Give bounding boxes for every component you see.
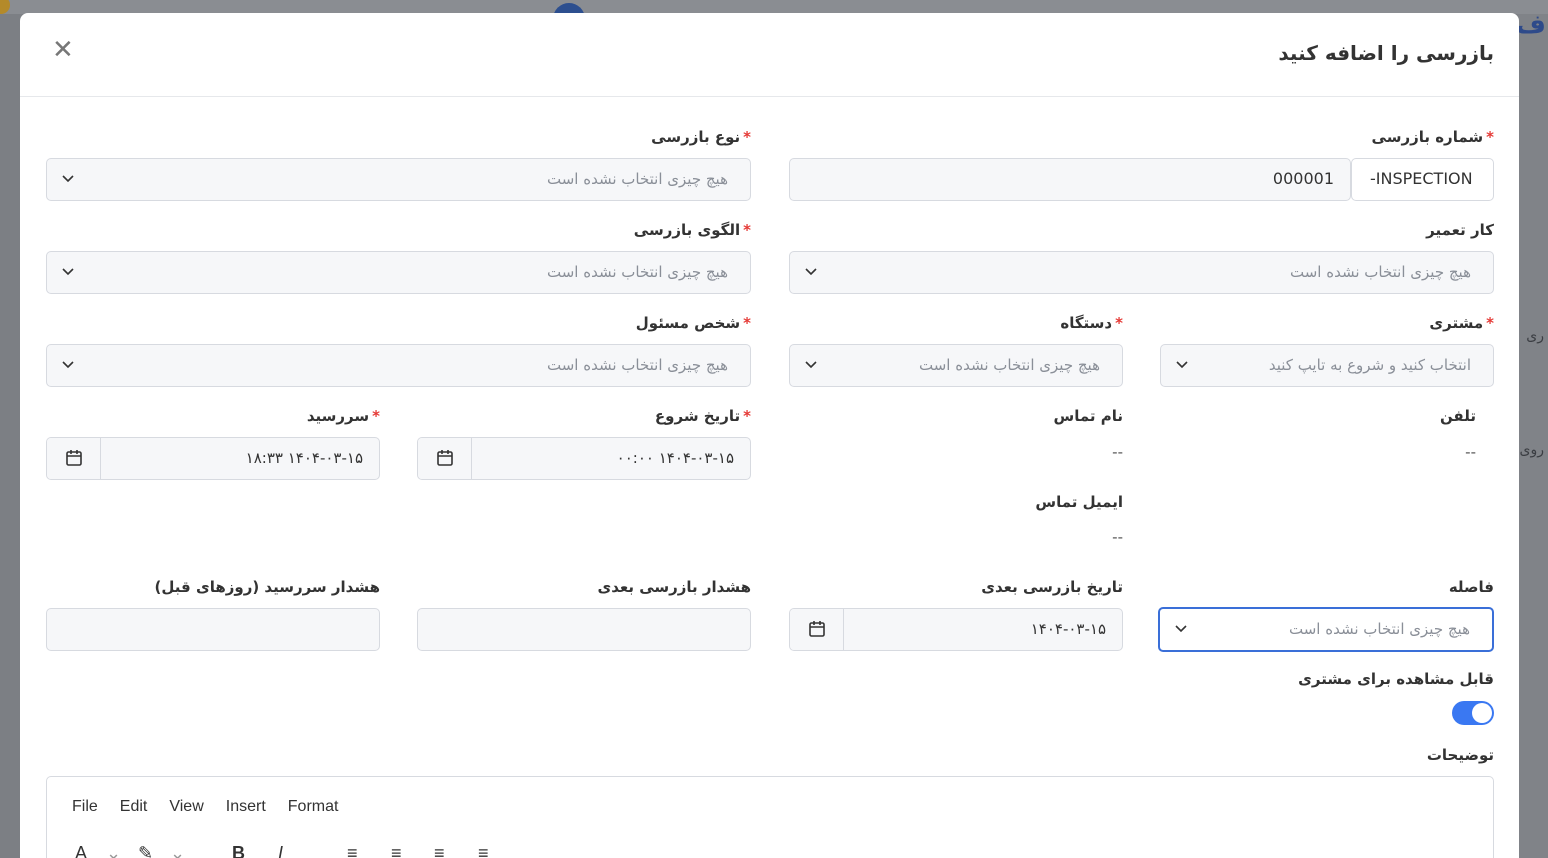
- chevron-down-icon[interactable]: ⌄: [106, 843, 121, 858]
- bold-icon[interactable]: B: [232, 843, 245, 858]
- start-date-label: *تاریخ شروع: [654, 407, 751, 425]
- visible-to-customer-label: قابل مشاهده برای مشتری: [1298, 670, 1494, 688]
- customer-label: *مشتری: [1429, 314, 1494, 332]
- italic-icon[interactable]: I: [278, 843, 283, 858]
- next-inspection-alert-input[interactable]: [417, 608, 751, 651]
- align-center-icon[interactable]: ≡: [391, 843, 402, 858]
- inspection-type-label: *نوع بازرسی: [651, 128, 751, 146]
- start-date-input[interactable]: ۱۴۰۴-۰۳-۱۵ ۰۰:۰۰: [417, 437, 751, 480]
- chevron-down-icon: [1175, 625, 1187, 633]
- description-editor[interactable]: File Edit View Insert Format A ⌄ ✎ ⌄ B I…: [46, 776, 1494, 858]
- editor-toolbar: A ⌄ ✎ ⌄ B I ≡ ≡ ≡ ≡: [72, 843, 672, 858]
- calendar-icon: [809, 621, 825, 637]
- background-text-fragment: ری: [1526, 328, 1544, 344]
- background-topbar: [0, 0, 1548, 14]
- inspection-number-input[interactable]: 000001: [789, 158, 1351, 201]
- description-label: توضیحات: [1426, 746, 1494, 764]
- repair-job-select[interactable]: هیچ چیزی انتخاب نشده است: [789, 251, 1494, 294]
- chevron-down-icon: [62, 361, 74, 369]
- modal-header: بازرسی را اضافه کنید ✕: [20, 13, 1519, 97]
- due-date-label: *سررسید: [306, 407, 380, 425]
- next-inspection-alert-label: هشدار بازرسی بعدی: [597, 578, 751, 596]
- responsible-person-select[interactable]: هیچ چیزی انتخاب نشده است: [46, 344, 751, 387]
- chevron-down-icon[interactable]: ⌄: [170, 843, 185, 858]
- align-right-icon[interactable]: ≡: [434, 843, 445, 858]
- calendar-button[interactable]: [47, 438, 101, 479]
- contact-email-label: ایمیل تماس: [1035, 493, 1123, 511]
- menu-edit[interactable]: Edit: [120, 798, 148, 816]
- chevron-down-icon: [62, 175, 74, 183]
- align-justify-icon[interactable]: ≡: [478, 843, 489, 858]
- background-right-strip: [1518, 14, 1548, 858]
- calendar-button[interactable]: [790, 609, 844, 650]
- phone-label: تلفن: [1439, 407, 1476, 425]
- highlight-icon[interactable]: ✎: [138, 843, 153, 858]
- menu-view[interactable]: View: [169, 798, 203, 816]
- calendar-icon: [437, 450, 453, 466]
- due-alert-label: هشدار سررسید (روزهای قبل): [154, 578, 380, 596]
- background-text-fragment: روی: [1519, 442, 1544, 458]
- add-inspection-modal: بازرسی را اضافه کنید ✕ *شماره بازرسی INS…: [20, 13, 1519, 858]
- inspection-type-select[interactable]: هیچ چیزی انتخاب نشده است: [46, 158, 751, 201]
- align-left-icon[interactable]: ≡: [347, 843, 358, 858]
- customer-select[interactable]: انتخاب کنید و شروع به تایپ کنید: [1160, 344, 1494, 387]
- inspection-number-prefix: INSPECTION-: [1351, 158, 1494, 201]
- modal-title: بازرسی را اضافه کنید: [1278, 41, 1494, 65]
- device-select[interactable]: هیچ چیزی انتخاب نشده است: [789, 344, 1123, 387]
- background-title-fragment: ف: [1515, 10, 1546, 40]
- text-color-icon[interactable]: A: [75, 843, 87, 858]
- chevron-down-icon: [805, 268, 817, 276]
- toggle-knob: [1472, 703, 1492, 723]
- chevron-down-icon: [805, 361, 817, 369]
- contact-name-value: --: [1112, 443, 1123, 461]
- interval-label: فاصله: [1448, 578, 1494, 596]
- due-date-input[interactable]: ۱۴۰۴-۰۳-۱۵ ۱۸:۳۳: [46, 437, 380, 480]
- interval-select[interactable]: هیچ چیزی انتخاب نشده است: [1158, 607, 1494, 652]
- calendar-button[interactable]: [418, 438, 472, 479]
- contact-email-value: --: [1112, 528, 1123, 546]
- phone-value: --: [1465, 443, 1476, 461]
- due-alert-input[interactable]: [46, 608, 380, 651]
- device-label: *دستگاه: [1060, 314, 1123, 332]
- inspection-template-label: *الگوی بازرسی: [633, 221, 751, 239]
- next-inspection-date-label: تاریخ بازرسی بعدی: [981, 578, 1123, 596]
- calendar-icon: [66, 450, 82, 466]
- repair-job-label: کار تعمیر: [1426, 221, 1494, 239]
- chevron-down-icon: [62, 268, 74, 276]
- editor-menubar: File Edit View Insert Format: [72, 798, 360, 816]
- visible-to-customer-toggle[interactable]: [1452, 701, 1494, 725]
- inspection-number-label: *شماره بازرسی: [1371, 128, 1494, 146]
- contact-name-label: نام تماس: [1053, 407, 1124, 425]
- menu-insert[interactable]: Insert: [226, 798, 266, 816]
- background-left-strip: [0, 14, 20, 858]
- next-inspection-date-input[interactable]: ۱۴۰۴-۰۳-۱۵: [789, 608, 1123, 651]
- close-icon[interactable]: ✕: [52, 37, 74, 63]
- responsible-person-label: *شخص مسئول: [635, 314, 751, 332]
- menu-file[interactable]: File: [72, 798, 98, 816]
- chevron-down-icon: [1176, 361, 1188, 369]
- menu-format[interactable]: Format: [288, 798, 339, 816]
- inspection-template-select[interactable]: هیچ چیزی انتخاب نشده است: [46, 251, 751, 294]
